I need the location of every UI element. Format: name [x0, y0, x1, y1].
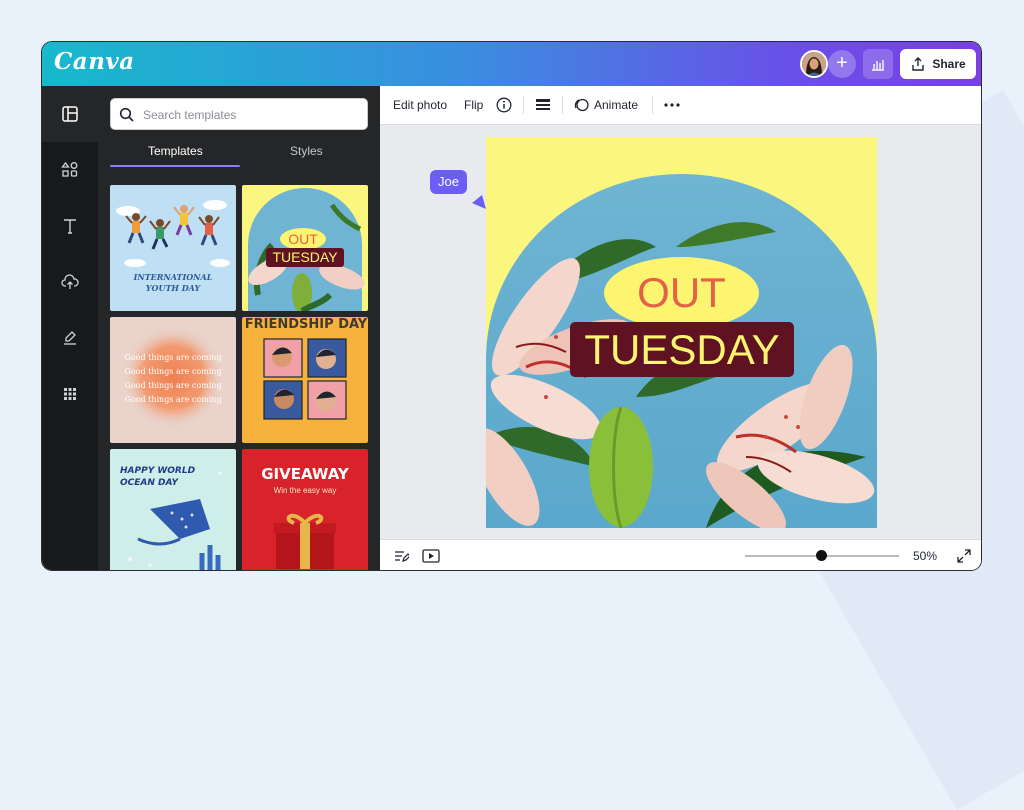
add-collaborator-button[interactable]: +	[828, 50, 856, 78]
toolbar-separator	[652, 96, 653, 114]
canva-logo[interactable]: Canva	[54, 48, 135, 75]
fullscreen-icon[interactable]	[956, 548, 972, 564]
more-options-icon[interactable]	[664, 103, 680, 107]
youth-day-line-2: YOUTH DAY	[145, 283, 201, 293]
edit-photo-button[interactable]: Edit photo	[393, 98, 447, 112]
youth-day-line-1: INTERNATIONAL	[133, 272, 213, 282]
toolbar-separator	[562, 96, 563, 114]
bar-chart-icon	[872, 60, 884, 71]
search-icon	[119, 107, 134, 122]
youth-day-text: INTERNATIONAL YOUTH DAY	[110, 272, 236, 294]
good-things-line-3: Good things are coming	[124, 381, 222, 390]
collaborator-cursor-label: Joe	[430, 170, 467, 194]
avatar-image	[802, 52, 826, 76]
rail-templates[interactable]	[42, 86, 98, 142]
design-canvas[interactable]: OUT TUESDAY	[486, 137, 877, 528]
good-things-line-4: Good things are coming	[124, 395, 222, 404]
collaborator-cursor-icon	[472, 195, 486, 209]
good-things-text: Good things are coming Good things are c…	[110, 351, 236, 407]
rail-uploads[interactable]	[42, 254, 98, 310]
active-tab-indicator	[110, 165, 240, 167]
insights-button[interactable]	[863, 49, 893, 79]
rail-apps[interactable]	[42, 366, 98, 422]
grid-icon	[64, 388, 76, 400]
editor-footer: 50%	[380, 539, 981, 570]
canvas-title[interactable]: TUESDAY	[570, 322, 794, 377]
friends-illustration	[263, 338, 347, 420]
layout-icon	[62, 106, 78, 122]
stingray-illustration	[128, 471, 222, 570]
search-input[interactable]: Search templates	[143, 108, 236, 122]
tab-templates[interactable]: Templates	[148, 144, 203, 158]
template-good-things[interactable]: Good things are coming Good things are c…	[110, 317, 236, 443]
upload-icon	[912, 57, 925, 71]
cloud-upload-icon	[61, 274, 79, 289]
app-window: Canva + Share Search templates Templates…	[42, 42, 981, 570]
side-rail	[42, 86, 98, 570]
animate-icon	[574, 98, 589, 112]
user-avatar[interactable]	[800, 50, 828, 78]
notes-icon[interactable]	[393, 548, 409, 564]
tab-styles[interactable]: Styles	[290, 144, 323, 158]
templates-panel: Search templates Templates Styles INTERN…	[98, 86, 380, 570]
gift-box-illustration	[274, 513, 336, 569]
search-box[interactable]: Search templates	[110, 98, 368, 130]
top-bar: Canva + Share	[42, 42, 981, 86]
editor-workspace: Edit photo Flip Animate OUT TUESDAY Joe …	[380, 86, 981, 570]
template-friendship-day[interactable]: FRIENDSHIP DAY	[242, 317, 368, 443]
shapes-icon	[61, 161, 78, 177]
pen-icon	[64, 331, 76, 345]
thumb-title: TUESDAY	[266, 248, 344, 267]
rail-elements[interactable]	[42, 142, 98, 198]
share-button[interactable]: Share	[900, 49, 976, 79]
present-icon[interactable]	[422, 548, 440, 564]
rail-draw[interactable]	[42, 310, 98, 366]
canvas-badge[interactable]: OUT	[604, 257, 759, 329]
template-out-tuesday[interactable]: OUT TUESDAY	[242, 185, 368, 311]
share-label: Share	[932, 57, 966, 71]
thumb-badge: OUT	[280, 228, 326, 250]
animate-button[interactable]: Animate	[594, 98, 638, 112]
template-giveaway[interactable]: GIVEAWAY Win the easy way	[242, 449, 368, 570]
zoom-slider-handle[interactable]	[816, 550, 827, 561]
editor-toolbar: Edit photo Flip Animate	[380, 86, 981, 125]
info-icon[interactable]	[496, 97, 512, 113]
border-style-icon[interactable]	[535, 98, 551, 112]
toolbar-separator	[523, 96, 524, 114]
template-youth-day[interactable]: INTERNATIONAL YOUTH DAY	[110, 185, 236, 311]
zoom-level[interactable]: 50%	[913, 549, 937, 563]
good-things-line-2: Good things are coming	[124, 367, 222, 376]
text-icon	[64, 219, 76, 234]
flip-button[interactable]: Flip	[464, 98, 483, 112]
template-ocean-day[interactable]: HAPPY WORLD OCEAN DAY	[110, 449, 236, 570]
rail-text[interactable]	[42, 198, 98, 254]
good-things-line-1: Good things are coming	[124, 353, 222, 362]
